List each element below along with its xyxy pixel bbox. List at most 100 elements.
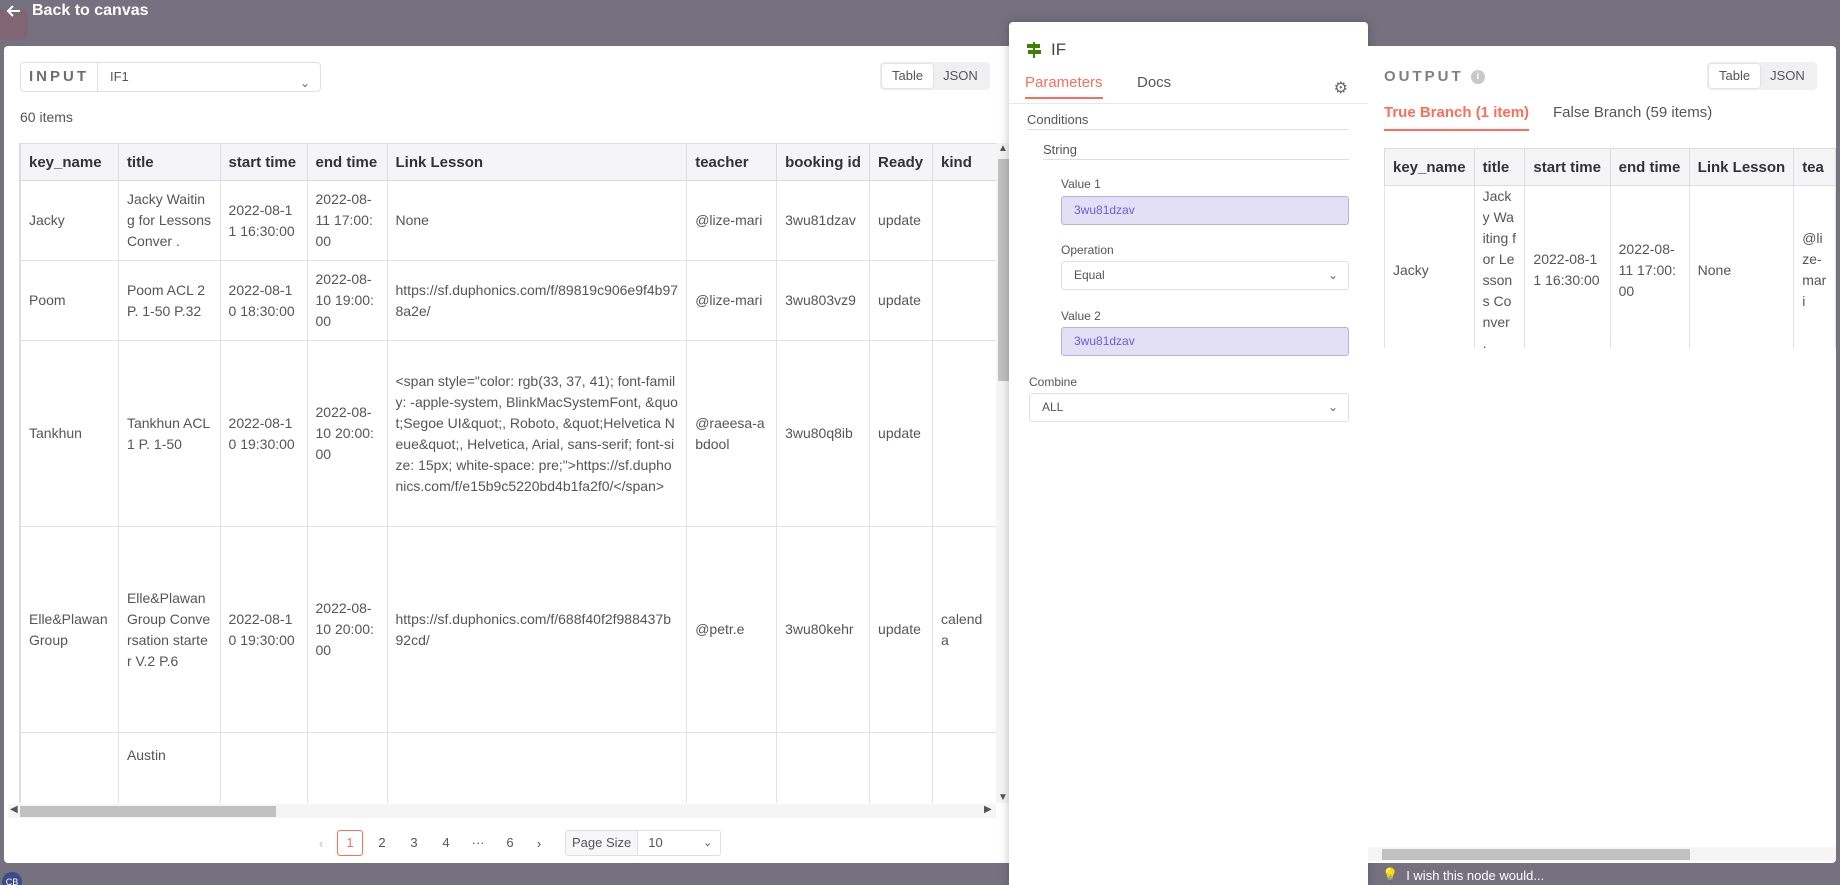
- chevron-down-icon: ⌄: [299, 76, 310, 90]
- column-header: teacher: [686, 143, 778, 181]
- table-cell: [932, 180, 997, 261]
- output-table: key_name title start time end time Link Less…: [1384, 148, 1836, 348]
- input-panel: INPUT IF1 ⌄ Table JSON 60 items key_name…: [4, 46, 1010, 863]
- chevron-down-icon: ⌄: [1327, 268, 1338, 282]
- column-header: Ready: [869, 143, 934, 181]
- table-cell: [386, 732, 688, 803]
- feedback-prompt[interactable]: 💡 I wish this node would...: [1382, 867, 1544, 883]
- table-cell: 2022-08-10 20:00:00: [306, 340, 388, 527]
- table-cell: Jacky Waiting for Lessons Conver .: [1473, 185, 1526, 348]
- tab-parameters[interactable]: Parameters: [1025, 74, 1103, 99]
- value1-label: Value 1: [1061, 177, 1101, 191]
- combine-value: ALL: [1042, 400, 1064, 414]
- input-table-view-button[interactable]: Table: [882, 64, 934, 88]
- page-6-button[interactable]: 6: [497, 830, 523, 856]
- value1-input[interactable]: 3wu81dzav: [1061, 196, 1349, 225]
- page-4-button[interactable]: 4: [433, 830, 459, 856]
- next-page-icon[interactable]: ›: [529, 836, 549, 851]
- tab-true-branch[interactable]: True Branch (1 item): [1384, 104, 1530, 131]
- operation-select[interactable]: Equal ⌄: [1061, 261, 1349, 290]
- table-cell: 2022-08-10 18:30:00: [219, 260, 308, 341]
- table-cell: [20, 732, 119, 803]
- output-panel: OUTPUT i Table JSON True Branch (1 item)…: [1368, 46, 1836, 863]
- page-size-value[interactable]: 10 ⌄: [638, 831, 720, 855]
- table-cell: Poom: [20, 260, 119, 341]
- scroll-up-icon[interactable]: ▲: [998, 143, 1008, 154]
- input-horizontal-scroll-thumb[interactable]: [20, 806, 276, 817]
- column-header: key_name: [20, 143, 119, 181]
- output-view-toggle: Table JSON: [1707, 62, 1817, 90]
- input-node-select[interactable]: IF1 ⌄: [98, 63, 320, 91]
- output-horizontal-scrollbar[interactable]: [1368, 847, 1836, 861]
- node-title-text: IF: [1051, 40, 1067, 59]
- table-cell: Poom ACL 2 P. 1-50 P.32: [117, 260, 221, 341]
- gear-icon[interactable]: ⚙: [1334, 78, 1348, 98]
- string-heading: String: [1043, 142, 1349, 160]
- column-header: key_name: [1384, 148, 1475, 186]
- value2-input[interactable]: 3wu81dzav: [1061, 327, 1349, 356]
- table-cell: Jacky Waiting for Lessons Conver .: [117, 180, 221, 261]
- table-cell: [686, 732, 778, 803]
- table-cell: @petr.e: [686, 526, 778, 733]
- node-title: IF: [1025, 40, 1066, 60]
- output-label: OUTPUT i: [1384, 68, 1485, 85]
- input-header: INPUT IF1 ⌄: [20, 62, 321, 92]
- value2-label: Value 2: [1061, 309, 1101, 323]
- table-cell: Jacky: [20, 180, 119, 261]
- column-header: title: [117, 143, 221, 181]
- input-json-view-button[interactable]: JSON: [933, 64, 988, 88]
- page-2-button[interactable]: 2: [369, 830, 395, 856]
- table-cell: 3wu80q8ib: [776, 340, 871, 527]
- table-cell: 2022-08-11 16:30:00: [219, 180, 308, 261]
- table-cell: [306, 732, 388, 803]
- input-horizontal-scrollbar[interactable]: ◀ ▶: [8, 804, 996, 818]
- table-cell: [776, 732, 871, 803]
- operation-label: Operation: [1061, 243, 1114, 257]
- table-cell: Tankhun: [20, 340, 119, 527]
- conditions-heading: Conditions: [1027, 112, 1349, 130]
- tab-false-branch[interactable]: False Branch (59 items): [1553, 104, 1712, 129]
- column-header: end time: [306, 143, 388, 181]
- tab-docs[interactable]: Docs: [1137, 74, 1171, 97]
- table-cell: 2022-08-10 19:00:00: [306, 260, 388, 341]
- page-3-button[interactable]: 3: [401, 830, 427, 856]
- column-header: kind: [932, 143, 997, 181]
- scroll-down-icon[interactable]: ▼: [998, 792, 1008, 803]
- prev-page-icon[interactable]: ‹: [311, 836, 331, 851]
- table-cell: [219, 732, 308, 803]
- scroll-left-icon[interactable]: ◀: [10, 804, 18, 815]
- back-to-canvas-button[interactable]: Back to canvas: [6, 2, 149, 20]
- output-table-view-button[interactable]: Table: [1709, 64, 1761, 88]
- chevron-down-icon: ⌄: [1327, 400, 1338, 414]
- table-cell: update: [869, 340, 934, 527]
- table-cell: 3wu803vz9: [776, 260, 871, 341]
- input-label: INPUT: [21, 63, 98, 91]
- page-size-select[interactable]: Page Size 10 ⌄: [565, 830, 722, 856]
- scroll-right-icon[interactable]: ▶: [984, 804, 992, 815]
- table-cell: Elle&Plawan Group Conversation starter V…: [117, 526, 221, 733]
- table-cell: https://sf.duphonics.com/f/688f40f2f9884…: [386, 526, 688, 733]
- output-json-view-button[interactable]: JSON: [1760, 64, 1815, 88]
- table-cell: https://sf.duphonics.com/f/89819c906e9f4…: [386, 260, 688, 341]
- avatar[interactable]: CB: [2, 872, 22, 885]
- table-cell: [932, 732, 997, 803]
- input-item-count: 60 items: [20, 109, 73, 125]
- table-row: Austin: [20, 732, 997, 803]
- table-cell: Elle&Plawan Group: [20, 526, 119, 733]
- table-cell: 2022-08-11 17:00:00: [1609, 185, 1690, 348]
- input-vertical-scrollbar[interactable]: ▲ ▼: [996, 143, 1010, 803]
- more-pages-button[interactable]: ···: [465, 830, 491, 856]
- canvas-background: Back to canvas: [0, 0, 1840, 46]
- combine-select[interactable]: ALL ⌄: [1029, 393, 1349, 422]
- column-header: Link Lesson: [386, 143, 688, 181]
- node-tabs: Parameters Docs ⚙: [1009, 74, 1368, 104]
- table-cell: 2022-08-11 16:30:00: [1524, 185, 1611, 348]
- output-table-container: key_name title start time end time Link Less…: [1384, 148, 1836, 348]
- info-icon[interactable]: i: [1470, 70, 1485, 85]
- table-cell: @raeesa-abdool: [686, 340, 778, 527]
- page-1-button[interactable]: 1: [337, 830, 363, 856]
- output-horizontal-scroll-thumb[interactable]: [1382, 849, 1690, 860]
- table-cell: 3wu80kehr: [776, 526, 871, 733]
- table-row: Elle&Plawan Group Elle&Plawan Group Conve…: [20, 526, 997, 733]
- combine-label: Combine: [1029, 375, 1078, 389]
